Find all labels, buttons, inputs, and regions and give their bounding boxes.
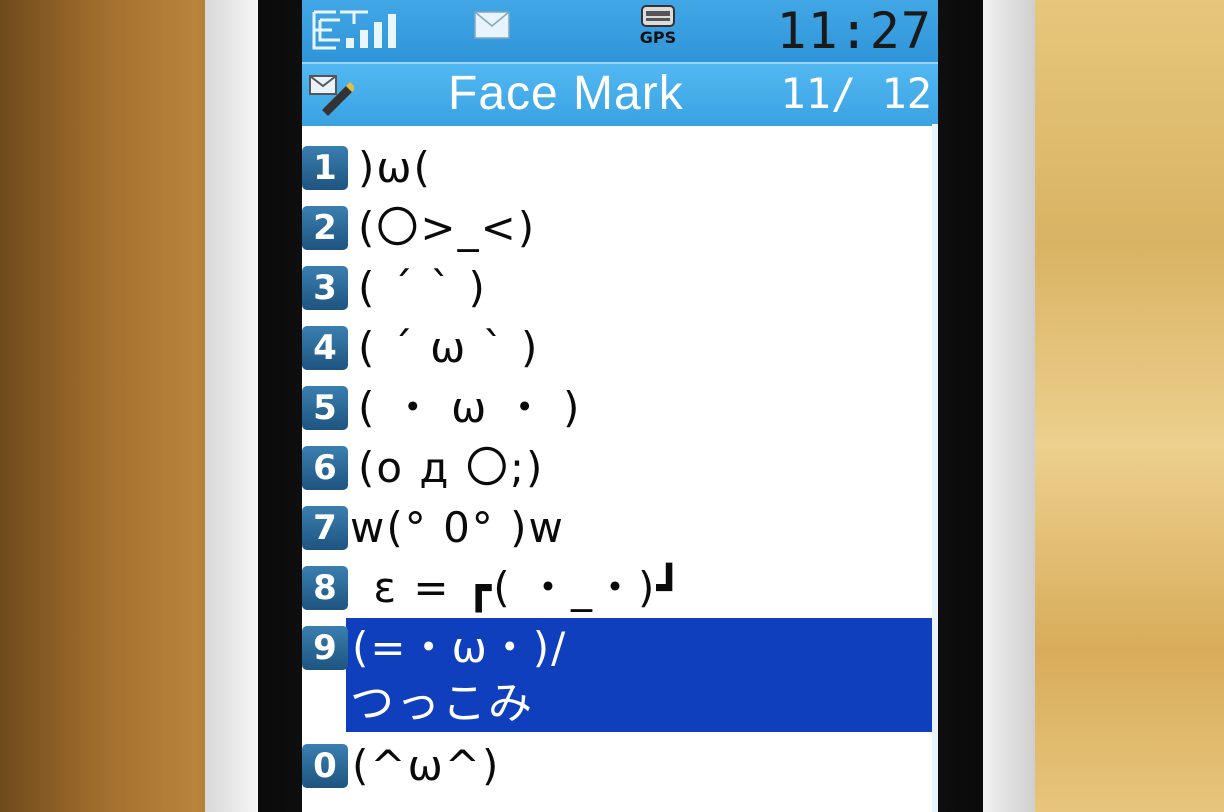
page-title: Face Mark — [448, 67, 684, 120]
face-mark-text: ε = ┏( ・_・)┛ — [358, 563, 684, 612]
face-mark-text: ( ・ ω ・ ) — [358, 383, 582, 432]
gps-label: GPS — [639, 28, 677, 47]
number-key-icon: 8 — [302, 566, 348, 610]
face-mark-text: w(° 0° )w — [350, 503, 565, 552]
face-mark-text: (^ω^) — [352, 741, 501, 790]
face-item-2[interactable]: 2 (〇>_<) — [302, 198, 938, 258]
mail-icon — [474, 11, 510, 39]
edit-mail-icon — [309, 75, 354, 116]
face-mark-text: )ω( — [358, 143, 432, 192]
status-clock: 11:27 — [776, 2, 932, 60]
face-mark-subtitle: つっこみ — [350, 678, 534, 729]
gps-icon: GPS — [638, 4, 678, 54]
face-mark-text: (ο д 〇;) — [358, 443, 545, 492]
face-mark-text: ( ´ ω ` ) — [358, 323, 540, 372]
phone-screen: GPS 11:27 Face Mark 11/ 12 1 )ω( 2 (〇>_<… — [302, 0, 938, 812]
number-key-icon: 4 — [302, 326, 348, 370]
number-key-icon: 7 — [302, 506, 348, 550]
number-key-icon: 0 — [302, 744, 348, 788]
status-bar: GPS 11:27 — [302, 0, 938, 62]
face-mark-text: (〇>_<) — [358, 203, 537, 252]
number-key-icon: 9 — [302, 626, 348, 670]
scrollbar-track[interactable] — [932, 124, 938, 812]
face-mark-text: (=・ω・)/ — [352, 623, 568, 672]
number-key-icon: 1 — [302, 146, 348, 190]
face-mark-list: 1 )ω( 2 (〇>_<) 3 ( ´ ` ) 4 ( ´ ω ` ) 5 (… — [302, 138, 938, 796]
face-item-9-selected[interactable]: 9 (=・ω・)/ つっこみ — [302, 618, 938, 736]
number-key-icon: 2 — [302, 206, 348, 250]
face-item-1[interactable]: 1 )ω( — [302, 138, 938, 198]
number-key-icon: 5 — [302, 386, 348, 430]
signal-strength-icon — [312, 10, 396, 50]
face-item-5[interactable]: 5 ( ・ ω ・ ) — [302, 378, 938, 438]
face-item-7[interactable]: 7 w(° 0° )w — [302, 498, 938, 558]
face-item-8[interactable]: 8 ε = ┏( ・_・)┛ — [302, 558, 938, 618]
face-item-6[interactable]: 6 (ο д 〇;) — [302, 438, 938, 498]
desk-background — [1010, 0, 1224, 812]
face-item-0[interactable]: 0 (^ω^) — [302, 736, 938, 796]
face-mark-text: ( ´ ` ) — [358, 263, 487, 312]
number-key-icon: 6 — [302, 446, 348, 490]
number-key-icon: 3 — [302, 266, 348, 310]
face-item-3[interactable]: 3 ( ´ ` ) — [302, 258, 938, 318]
page-indicator: 11/ 12 — [780, 69, 932, 118]
face-item-4[interactable]: 4 ( ´ ω ` ) — [302, 318, 938, 378]
title-bar: Face Mark 11/ 12 — [302, 62, 938, 126]
